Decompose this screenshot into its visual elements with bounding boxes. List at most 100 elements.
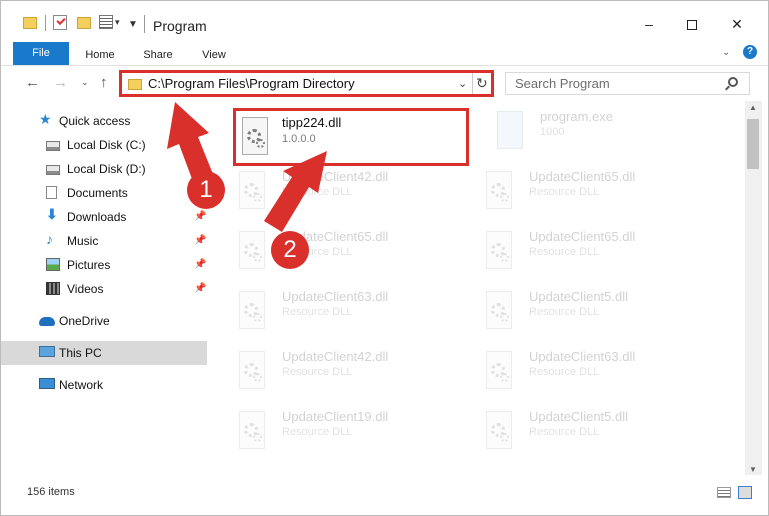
sidebar-item-onedrive[interactable]: OneDrive <box>1 309 207 333</box>
expand-ribbon-chevron-icon[interactable]: ⌄ <box>722 47 730 58</box>
customize-toolbar-chevron-icon[interactable]: ▾ <box>115 17 120 33</box>
file-tile[interactable]: UpdateClient42.dll Resource DLL <box>215 161 455 217</box>
refresh-icon[interactable]: ↻ <box>476 75 488 92</box>
navigation-bar: ← → ⌄ ↑ C:\Program Files\Program Directo… <box>1 66 768 101</box>
search-icon[interactable] <box>728 77 738 87</box>
close-button[interactable]: ✕ <box>714 9 760 39</box>
file-type: Resource DLL <box>529 426 600 438</box>
annotation-badge-2: 2 <box>271 231 309 269</box>
address-path[interactable]: C:\Program Files\Program Directory <box>148 76 355 91</box>
star-icon: ★ <box>39 111 52 127</box>
file-name: UpdateClient42.dll <box>282 349 389 364</box>
quick-toolbar-dropdown-icon[interactable]: ▼ <box>128 19 138 35</box>
sidebar-item-downloads[interactable]: ⬇ Downloads 📌 <box>1 205 207 229</box>
address-dropdown-icon[interactable]: ⌄ <box>458 77 467 90</box>
title-bar: ▾ ▼ Program – ✕ <box>1 1 768 41</box>
file-tile[interactable]: UpdateClient65.dll Resource DLL <box>215 221 455 277</box>
sidebar-item-pictures[interactable]: Pictures 📌 <box>1 253 207 277</box>
folder-icon[interactable] <box>23 17 37 29</box>
file-tile[interactable]: UpdateClient63.dll Resource DLL <box>215 281 455 337</box>
download-arrow-icon: ⬇ <box>46 206 58 222</box>
vertical-scrollbar[interactable]: ▲ ▼ <box>745 101 762 475</box>
file-tile-program-exe[interactable]: program.exe 1000 <box>473 101 713 157</box>
back-button[interactable]: ← <box>25 74 40 91</box>
file-name: tipp224.dll <box>282 115 342 130</box>
address-bar[interactable]: C:\Program Files\Program Directory ⌄ ↻ <box>119 70 494 97</box>
dll-file-icon <box>235 351 269 391</box>
sidebar-item-label: Documents <box>67 186 128 200</box>
file-type: Resource DLL <box>282 366 353 378</box>
maximize-icon <box>687 20 697 31</box>
tab-home[interactable]: Home <box>81 44 119 66</box>
file-tile[interactable]: UpdateClient5.dll Resource DLL <box>462 401 702 457</box>
sidebar-item-local-disk-d[interactable]: Local Disk (D:) <box>1 157 207 181</box>
forward-button[interactable]: → <box>53 74 68 91</box>
computer-icon <box>39 346 55 357</box>
sidebar-item-label: Videos <box>67 282 104 296</box>
document-icon <box>46 186 57 199</box>
file-type: Resource DLL <box>282 426 353 438</box>
file-tile[interactable]: UpdateClient65.dll Resource DLL <box>462 161 702 217</box>
sidebar-item-quick-access[interactable]: ★ Quick access <box>1 109 207 133</box>
file-tile[interactable]: UpdateClient42.dll Resource DLL <box>215 341 455 397</box>
tab-file[interactable]: File <box>13 42 69 65</box>
navigation-pane: ★ Quick access Local Disk (C:) Local Dis… <box>1 101 208 475</box>
file-type: Resource DLL <box>529 366 600 378</box>
sidebar-item-network[interactable]: Network <box>1 373 207 397</box>
file-tile[interactable]: UpdateClient5.dll Resource DLL <box>462 281 702 337</box>
folder-icon <box>128 79 142 90</box>
sidebar-item-this-pc[interactable]: This PC <box>1 341 207 365</box>
file-type: Resource DLL <box>529 186 600 198</box>
picture-icon <box>46 258 60 271</box>
up-button[interactable]: ↑ <box>100 74 108 91</box>
file-name: UpdateClient19.dll <box>282 409 389 424</box>
address-divider <box>472 73 473 94</box>
properties-check-icon[interactable] <box>53 15 67 30</box>
dll-file-icon <box>235 291 269 331</box>
details-view-icon[interactable] <box>717 487 731 498</box>
sidebar-item-label: Downloads <box>67 210 127 224</box>
dll-file-icon <box>235 231 269 271</box>
dll-file-icon <box>482 411 516 451</box>
new-folder-icon[interactable] <box>77 17 91 29</box>
file-type: Resource DLL <box>529 306 600 318</box>
status-bar: 156 items <box>1 479 768 515</box>
pin-icon[interactable]: 📌 <box>194 235 206 246</box>
sidebar-item-videos[interactable]: Videos 📌 <box>1 277 207 301</box>
scroll-up-arrow-icon[interactable]: ▲ <box>749 103 757 112</box>
title-separator <box>144 15 145 33</box>
sidebar-item-music[interactable]: ♪ Music 📌 <box>1 229 207 253</box>
sidebar-item-label: Local Disk (C:) <box>67 138 146 152</box>
tab-share[interactable]: Share <box>139 44 177 66</box>
large-icons-view-icon[interactable] <box>738 486 752 499</box>
pin-icon[interactable]: 📌 <box>194 211 206 222</box>
scroll-down-arrow-icon[interactable]: ▼ <box>749 465 757 474</box>
tab-view[interactable]: View <box>197 44 231 66</box>
scrollbar-thumb[interactable] <box>747 119 759 169</box>
sidebar-item-label: OneDrive <box>59 314 110 328</box>
file-tile-tipp224-dll[interactable]: tipp224.dll 1.0.0.0 <box>233 108 469 166</box>
file-name: UpdateClient5.dll <box>529 409 629 424</box>
maximize-button[interactable] <box>669 9 715 39</box>
drive-icon <box>46 165 60 175</box>
help-icon[interactable]: ? <box>743 45 757 59</box>
sidebar-item-local-disk-c[interactable]: Local Disk (C:) <box>1 133 207 157</box>
file-name: UpdateClient65.dll <box>529 229 636 244</box>
file-tile[interactable]: UpdateClient19.dll Resource DLL <box>215 401 455 457</box>
dll-file-icon <box>235 171 269 211</box>
file-name: UpdateClient42.dll <box>282 169 389 184</box>
properties-icon[interactable] <box>99 15 113 29</box>
recent-locations-chevron-icon[interactable]: ⌄ <box>81 77 89 88</box>
file-tile[interactable]: UpdateClient65.dll Resource DLL <box>462 221 702 277</box>
minimize-button[interactable]: – <box>626 9 672 39</box>
sidebar-item-documents[interactable]: Documents <box>1 181 207 205</box>
file-type: Resource DLL <box>282 186 353 198</box>
file-tile[interactable]: UpdateClient63.dll Resource DLL <box>462 341 702 397</box>
explorer-window: ▾ ▼ Program – ✕ File Home Share View ⌄ ?… <box>0 0 769 516</box>
search-input[interactable]: Search Program <box>505 72 750 95</box>
quick-access-separator <box>45 15 46 31</box>
ribbon-tabs: File Home Share View ⌄ ? <box>1 41 768 66</box>
pin-icon[interactable]: 📌 <box>194 283 206 294</box>
pin-icon[interactable]: 📌 <box>194 259 206 270</box>
file-name: UpdateClient63.dll <box>529 349 636 364</box>
